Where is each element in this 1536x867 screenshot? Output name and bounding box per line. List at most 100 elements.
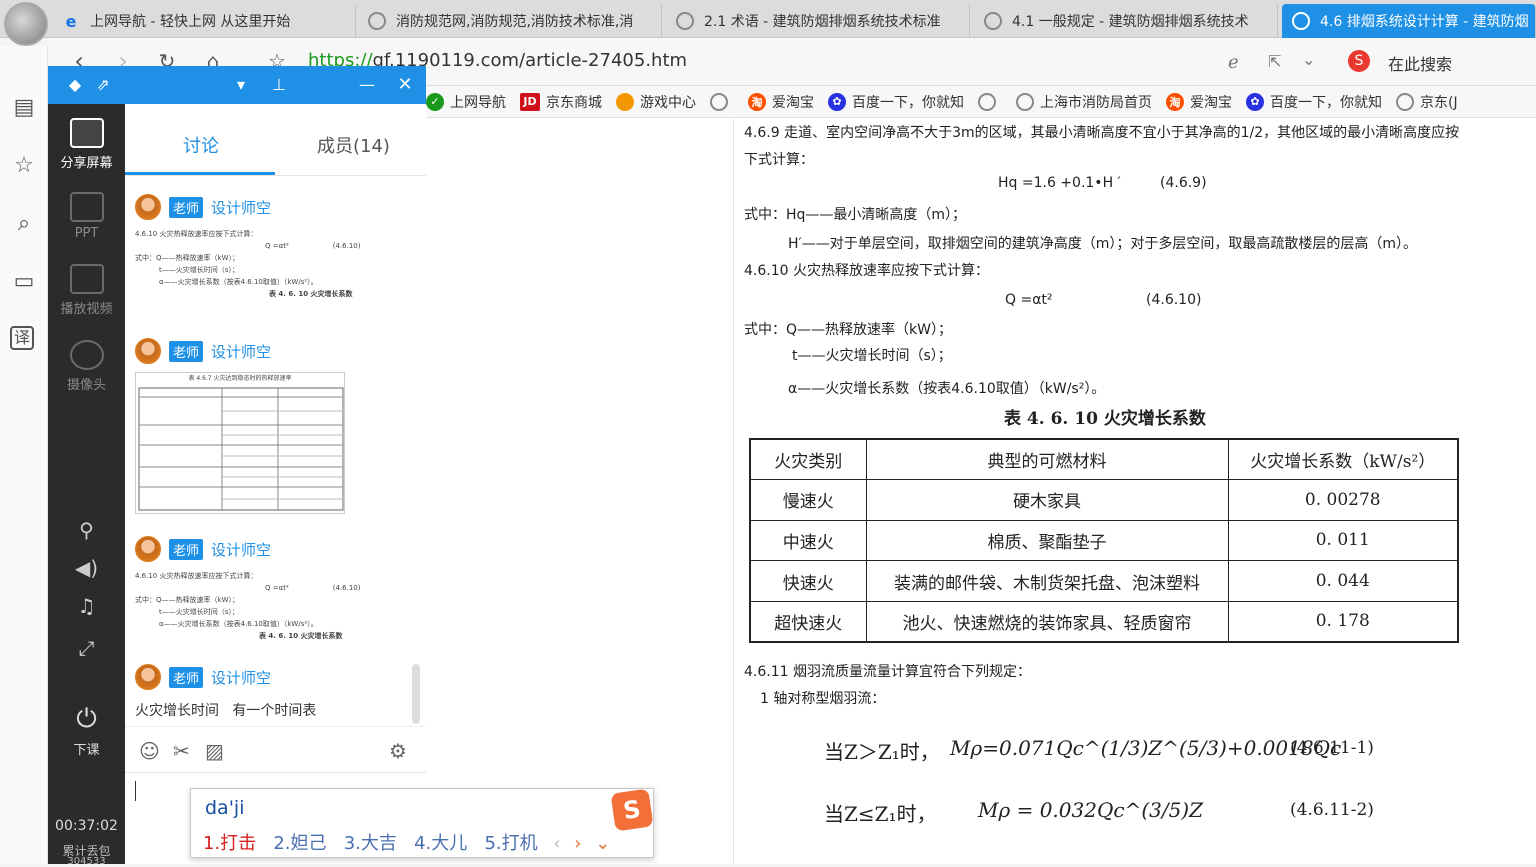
bookmark-item[interactable]: 淘爱淘宝	[748, 92, 814, 112]
app-logo-icon: ◆	[68, 75, 82, 94]
chevron-down-icon[interactable]: ▾	[230, 74, 252, 96]
ime-candidate[interactable]: 3.大吉	[344, 833, 397, 854]
music-icon[interactable]: ♫	[48, 594, 125, 618]
scissors-icon[interactable]: ✂	[173, 739, 190, 763]
tab-discussion[interactable]: 讨论	[183, 132, 219, 158]
browser-tab-active[interactable]: 4.6 排烟系统设计计算 - 建筑防烟	[1282, 4, 1536, 38]
book-icon[interactable]: ▭	[10, 268, 38, 296]
favorites-star-icon[interactable]: ☆	[10, 152, 38, 180]
message-text: 火灾增长时间 有一个时间表	[135, 703, 317, 719]
camera-icon	[69, 340, 104, 370]
user-avatar[interactable]	[4, 2, 48, 46]
expand-chevron-icon[interactable]: ⌄	[595, 833, 610, 854]
share-icon[interactable]: ⇱	[1268, 52, 1281, 71]
tab-members[interactable]: 成员(14)	[317, 132, 390, 158]
prev-page-icon[interactable]: ‹	[553, 833, 560, 854]
speaker-icon[interactable]: ◀)	[48, 556, 125, 580]
bookmark-item[interactable]: ✿ 百度一下，你就知	[828, 92, 964, 112]
browser-tab[interactable]: 2.1 术语 - 建筑防烟排烟系统技术标准	[666, 4, 970, 38]
bookmark-label: 上网导航	[450, 94, 506, 111]
bookmark-item[interactable]: 京东(J	[1396, 92, 1458, 112]
fullscreen-icon[interactable]: ⤢	[48, 636, 125, 660]
ppt-button[interactable]: PPT	[48, 192, 125, 241]
image-thumbnail[interactable]: 4.6.10 火灾热释放速率应按下式计算： Q =αt² (4.6.10) 式中：…	[135, 570, 415, 642]
ime-candidates: 1.打击 2.妲己 3.大吉 4.大儿 5.打机 ‹ › ⌄	[203, 829, 610, 855]
sender-name[interactable]: 设计师空	[211, 667, 271, 688]
camera-button[interactable]: 摄像头	[48, 340, 125, 393]
sender-name[interactable]: 设计师空	[211, 539, 271, 560]
baidu-icon: ✿	[828, 92, 846, 111]
role-badge: 老师	[169, 340, 204, 362]
minimize-icon[interactable]: —	[356, 74, 378, 96]
bookmark-label: 百度一下，你就知	[1270, 94, 1382, 111]
emoji-icon[interactable]: ☺	[139, 739, 160, 763]
ime-candidate[interactable]: 5.打机	[484, 833, 537, 854]
bookmark-label: 京东(J	[1420, 94, 1458, 111]
sender-name[interactable]: 设计师空	[211, 341, 271, 362]
formula: Q =αt²	[1005, 292, 1053, 308]
share-screen-icon	[69, 118, 104, 148]
chat-toolbar: ☺ ✂ ▨ ⚙	[125, 726, 426, 772]
chat-tabs: 讨论 成员(14)	[125, 104, 426, 176]
message-header: 老师 设计师空	[135, 664, 415, 690]
bookmark-item[interactable]	[710, 92, 734, 111]
page-left-margin	[426, 118, 734, 864]
equation-number: (4.6.11-2)	[1290, 800, 1374, 820]
image-icon[interactable]: ▨	[205, 739, 224, 763]
next-page-icon[interactable]: ›	[574, 833, 581, 854]
translate-icon[interactable]: 译	[10, 326, 34, 350]
search-box[interactable]: 在此搜索	[1388, 51, 1452, 75]
play-video-button[interactable]: 播放视频	[48, 264, 125, 317]
ime-candidate[interactable]: 1.打击	[203, 833, 256, 854]
fire-growth-table: 火灾类别 典型的可燃材料 火灾增长系数（kW/s²） 慢速火 硬木家具 0. 002…	[749, 438, 1459, 643]
bookmark-item[interactable]: ✓ 上网导航	[426, 92, 506, 112]
bookmark-item[interactable]: ✿ 百度一下，你就知	[1246, 92, 1382, 112]
gear-icon[interactable]: ⚙	[389, 739, 407, 763]
ime-candidate[interactable]: 2.妲己	[273, 833, 326, 854]
end-class-button[interactable]: ⏻ 下课	[48, 704, 125, 758]
image-thumbnail[interactable]: 表 4.6.7 火灾达到稳态时的热释放速率	[135, 372, 345, 514]
table-cell: 0. 00278	[1227, 479, 1459, 521]
bookmark-item[interactable]: JD 京东商城	[520, 92, 602, 112]
ie-compat-icon[interactable]: ℯ	[1228, 52, 1239, 73]
bookmark-item[interactable]: 淘爱淘宝	[1166, 92, 1232, 112]
table-cell: 超快速火	[749, 600, 867, 643]
bookmark-item[interactable]: 上海市消防局首页	[1016, 92, 1152, 112]
thumb-line: t——火灾增长时间（s）；	[159, 266, 239, 274]
image-thumbnail[interactable]: 4.6.10 火灾热释放速率应按下式计算： Q =αt² (4.6.10) 式中：…	[135, 228, 415, 300]
equation-number: (4.6.11-1)	[1290, 738, 1374, 758]
chat-scrollbar[interactable]	[412, 664, 420, 724]
browser-tab[interactable]: e 上网导航 - 轻快上网 从这里开始	[52, 4, 356, 38]
microphone-icon[interactable]: ⚲	[48, 518, 125, 542]
browser-tab[interactable]: 4.1 一般规定 - 建筑防烟排烟系统技术	[974, 4, 1278, 38]
share-screen-button[interactable]: 分享屏幕	[48, 118, 125, 171]
external-link-icon[interactable]: ⇗	[92, 74, 114, 96]
tab-title: 上网导航 - 轻快上网 从这里开始	[90, 14, 291, 30]
reader-icon[interactable]: ▤	[10, 94, 38, 122]
chevron-down-icon[interactable]: ⌄	[1302, 50, 1315, 69]
bookmark-item[interactable]	[978, 92, 1002, 111]
bookmark-item[interactable]: 游戏中心	[616, 92, 696, 112]
close-icon[interactable]: ✕	[394, 74, 416, 96]
table-cell: 0. 011	[1227, 519, 1459, 562]
table-cell: 0. 178	[1227, 600, 1459, 643]
browser-sidebar: ▤ ☆ ⌕ ▭ 译	[0, 46, 48, 864]
sogou-search-icon[interactable]: S	[1348, 50, 1370, 72]
thumb-line: 表 4. 6. 10 火灾增长系数	[259, 632, 343, 640]
bookmark-label: 游戏中心	[640, 94, 696, 111]
sogou-ime-logo-icon[interactable]: S	[610, 788, 654, 832]
ime-composition-text: da'ji	[205, 797, 245, 819]
browser-tab[interactable]: 消防规范网,消防规范,消防技术标准,消	[358, 4, 662, 38]
power-icon: ⏻	[76, 704, 97, 734]
sender-name[interactable]: 设计师空	[211, 197, 271, 218]
search-icon[interactable]: ⌕	[10, 210, 38, 238]
table-cell: 硬木家具	[865, 479, 1229, 521]
tab-title: 4.6 排烟系统设计计算 - 建筑防烟	[1320, 14, 1529, 30]
pin-icon[interactable]: ⊥	[268, 74, 290, 96]
ime-candidate[interactable]: 4.大儿	[414, 833, 467, 854]
bookmarks-bar: ✓ 上网导航 JD 京东商城 游戏中心 淘爱淘宝 ✿ 百度一下，你就知 上海市消防局首…	[426, 86, 1536, 118]
avatar	[135, 194, 161, 220]
definition: t——火灾增长时间（s）；	[792, 348, 952, 364]
table-row: 快速火 装满的邮件袋、木制货架托盘、泡沫塑料 0. 044	[749, 560, 1459, 602]
message-header: 老师 设计师空	[135, 194, 415, 220]
